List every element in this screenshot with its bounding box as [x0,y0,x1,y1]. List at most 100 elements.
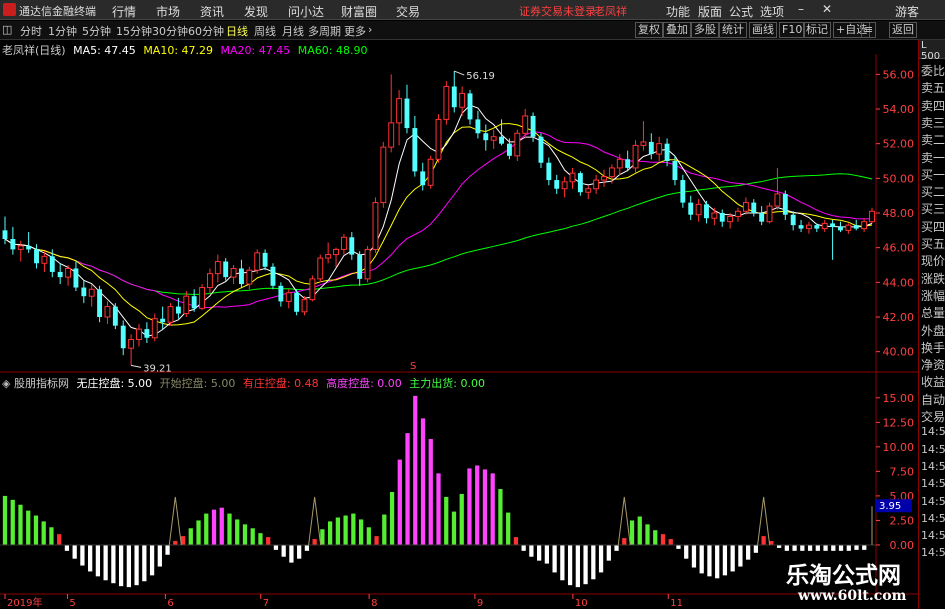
ma20-value: MA20: 47.45 [220,44,291,57]
minimize-icon[interactable]: – [798,2,804,16]
indicator-bar [258,533,263,545]
side-field: 委比 [921,64,945,78]
overlay-button[interactable]: 叠加 [663,22,691,38]
close-icon[interactable]: ✕ [822,2,832,16]
side-field: 14:56 [921,494,945,508]
login-warning[interactable]: 证券交易未登录 [519,3,596,19]
indicator-bar [653,530,658,545]
menu-xiaoda[interactable]: 问小达 [288,3,324,20]
side-field: 换手 [921,340,945,355]
period-weekly[interactable]: 周线 [254,23,276,39]
y-tick-label: 48.00 [883,207,915,220]
indicator-bar [149,544,155,576]
x-tick-label: 9 [477,598,483,609]
indicator-bar [41,521,46,545]
adjust-button[interactable]: 复权 [635,22,663,38]
watermark-title: 乐淘公式网 [786,563,901,589]
candle [467,89,473,125]
indicator-bar [722,544,728,576]
back-button[interactable]: 返回 [889,22,917,38]
side-field: 涨幅 [921,288,945,303]
indicator-bar [10,499,15,545]
side-field: 自动 [921,392,945,407]
menu-formula[interactable]: 公式 [729,3,753,20]
menu-news[interactable]: 资讯 [200,3,224,20]
indicator-bar [482,469,488,545]
indicator-bar [204,513,209,545]
draw-line-button[interactable]: 画线 [749,22,777,38]
indicator-bar [72,544,77,559]
indicator-bar [227,513,232,545]
menu-quotes[interactable]: 行情 [112,3,136,20]
menu-trade[interactable]: 交易 [396,3,420,20]
indicator-bar [846,544,851,551]
indicator-bar [173,541,178,545]
indicator-bar [862,544,867,550]
ind-tick-label: 0.00 [890,539,915,552]
indicator-bar [343,515,348,545]
side-field: 卖二 [921,133,945,148]
indicator-bar [560,544,565,581]
indicator-bar [250,528,255,545]
sort-icon[interactable]: ≡ [861,22,877,38]
menu-function[interactable]: 功能 [666,3,690,20]
menu-options[interactable]: 选项 [760,3,784,20]
y-tick-label: 52.00 [883,138,915,151]
indicator-v1: 无庄控盘: 5.00 [76,377,153,390]
side-field: 总量 [921,306,945,321]
indicator-bar [668,539,673,545]
menu-layout[interactable]: 版面 [698,3,722,20]
guest-label[interactable]: 游客 [895,3,919,20]
period-more[interactable]: 更多 [344,23,366,39]
indicator-bar [18,504,23,545]
menu-fortune[interactable]: 财富圈 [341,3,377,20]
period-1min[interactable]: 1分钟 [48,23,77,39]
y-tick-label: 50.00 [883,172,915,185]
multi-stock-button[interactable]: 多股 [691,22,719,38]
signal-mark-icon: S [410,361,416,372]
period-5min[interactable]: 5分钟 [82,23,111,39]
period-monthly[interactable]: 月线 [282,23,304,39]
indicator-bar [88,544,93,572]
candle [435,114,442,163]
x-tick-label: 8 [371,598,377,609]
period-60min[interactable]: 60分钟 [188,23,224,39]
side-field: 外盘 [921,323,945,338]
indicator-bar [637,516,642,545]
mark-button[interactable]: 标记 [803,22,831,38]
indicator-bar [335,517,340,545]
indicator-bar [506,512,511,545]
toolbar-lock-icon[interactable]: ◫ [2,23,12,36]
indicator-bar [753,544,759,553]
indicator-v5: 主力出货: 0.00 [409,377,485,390]
indicator-bar [211,509,217,545]
indicator-bar [529,544,534,557]
indicator-title[interactable]: 股朋指标网 [14,377,69,390]
period-30min[interactable]: 30分钟 [152,23,188,39]
f10-button[interactable]: F10 [779,22,806,38]
y-tick-label: 42.00 [883,311,915,324]
screen: 通达信金融终端 行情 市场 资讯 发现 问小达 财富圈 交易 证券交易未登录 老… [0,0,945,609]
indicator-bar [831,544,836,551]
statistics-button[interactable]: 统计 [719,22,747,38]
candle [270,263,276,290]
y-tick-label: 44.00 [883,276,915,289]
menu-market[interactable]: 市场 [156,3,180,20]
period-intraday[interactable]: 分时 [20,23,42,39]
kline-chart[interactable]: 56.0054.0052.0050.0048.0046.0044.0042.00… [0,40,918,609]
indicator-bar [598,544,604,573]
indicator-bar [242,524,248,545]
period-daily[interactable]: 日线 [226,23,248,39]
chart-title: 老凤祥(日线) [2,44,66,57]
indicator-bar [57,534,62,545]
period-multi[interactable]: 多周期 [308,23,341,39]
indicator-toggle-icon[interactable]: ◈ [2,377,10,390]
chevron-down-icon[interactable]: › [368,23,372,36]
period-15min[interactable]: 15分钟 [116,23,152,39]
indicator-bar [389,491,395,545]
indicator-bar [800,544,805,551]
indicator-bar [64,544,70,551]
candle [632,140,639,174]
candle [380,141,387,208]
menu-discover[interactable]: 发现 [244,3,268,20]
